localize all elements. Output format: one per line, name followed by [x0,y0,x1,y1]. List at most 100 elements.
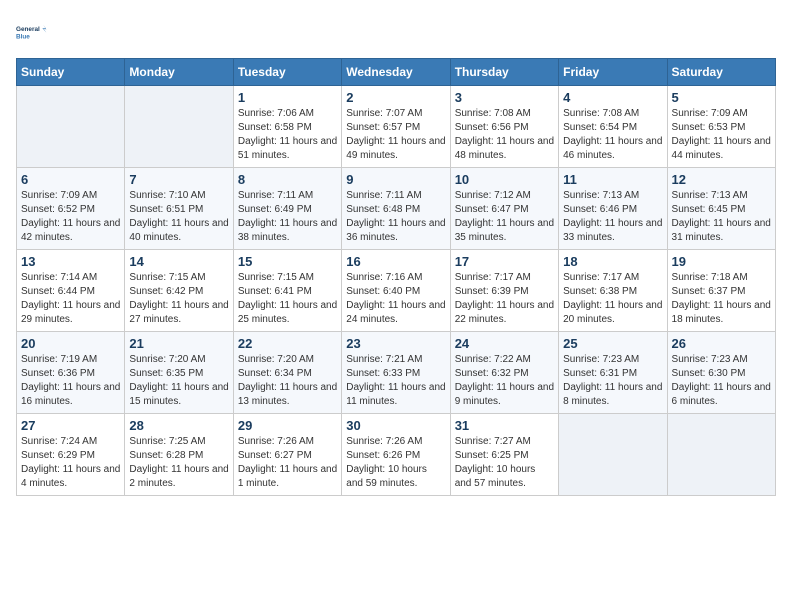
day-number: 1 [238,90,337,105]
calendar-cell: 23Sunrise: 7:21 AM Sunset: 6:33 PM Dayli… [342,332,450,414]
day-info: Sunrise: 7:15 AM Sunset: 6:41 PM Dayligh… [238,271,337,327]
day-info: Sunrise: 7:09 AM Sunset: 6:52 PM Dayligh… [21,189,120,245]
calendar-cell: 28 Sunrise: 7:25 AM Sunset: 6:28 PM Dayli… [125,414,233,496]
logo-icon: GeneralBlue [16,16,48,48]
day-info: Sunrise: 7:26 AM Sunset: 6:27 PM Dayligh… [238,435,337,491]
day-number: 11 [563,172,662,187]
calendar-cell [559,414,667,496]
day-info: Sunrise: 7:12 AM Sunset: 6:47 PM Dayligh… [455,189,554,245]
day-number: 24 [455,336,554,351]
day-info: Sunrise: 7:16 AM Sunset: 6:40 PM Dayligh… [346,271,445,327]
day-number: 23 [346,336,445,351]
calendar-cell: 1 Sunrise: 7:06 AM Sunset: 6:58 PM Daylig… [233,86,341,168]
day-number: 13 [21,254,120,269]
day-number: 6 [21,172,120,187]
day-info: Sunrise: 7:15 AM Sunset: 6:42 PM Dayligh… [129,271,228,327]
calendar-cell: 4 Sunrise: 7:08 AM Sunset: 6:54 PM Daylig… [559,86,667,168]
day-number: 30 [346,418,445,433]
calendar-cell: 8Sunrise: 7:11 AM Sunset: 6:49 PM Daylig… [233,168,341,250]
day-number: 7 [129,172,228,187]
svg-text:Blue: Blue [16,33,30,40]
calendar-cell: 9Sunrise: 7:11 AM Sunset: 6:48 PM Daylig… [342,168,450,250]
day-info: Sunrise: 7:07 AM Sunset: 6:57 PM Dayligh… [346,107,445,163]
calendar-cell: 10 Sunrise: 7:12 AM Sunset: 6:47 PM Dayli… [450,168,558,250]
calendar-cell: 22 Sunrise: 7:20 AM Sunset: 6:34 PM Dayli… [233,332,341,414]
weekday-monday: Monday [125,59,233,86]
calendar-cell: 15 Sunrise: 7:15 AM Sunset: 6:41 PM Dayli… [233,250,341,332]
day-number: 27 [21,418,120,433]
calendar-cell: 17 Sunrise: 7:17 AM Sunset: 6:39 PM Dayli… [450,250,558,332]
calendar-table: SundayMondayTuesdayWednesdayThursdayFrid… [16,58,776,496]
day-info: Sunrise: 7:26 AM Sunset: 6:26 PM Dayligh… [346,435,445,491]
day-info: Sunrise: 7:27 AM Sunset: 6:25 PM Dayligh… [455,435,554,491]
weekday-saturday: Saturday [667,59,775,86]
calendar-cell: 16Sunrise: 7:16 AM Sunset: 6:40 PM Dayli… [342,250,450,332]
weekday-tuesday: Tuesday [233,59,341,86]
day-number: 20 [21,336,120,351]
calendar-cell: 13 Sunrise: 7:14 AM Sunset: 6:44 PM Dayli… [17,250,125,332]
day-number: 10 [455,172,554,187]
day-number: 28 [129,418,228,433]
calendar-cell: 19 Sunrise: 7:18 AM Sunset: 6:37 PM Dayli… [667,250,775,332]
day-info: Sunrise: 7:09 AM Sunset: 6:53 PM Dayligh… [672,107,771,163]
day-number: 29 [238,418,337,433]
weekday-friday: Friday [559,59,667,86]
page-header: GeneralBlue [16,16,776,48]
day-info: Sunrise: 7:14 AM Sunset: 6:44 PM Dayligh… [21,271,120,327]
day-number: 31 [455,418,554,433]
day-number: 4 [563,90,662,105]
calendar-cell [667,414,775,496]
day-number: 2 [346,90,445,105]
day-number: 5 [672,90,771,105]
weekday-thursday: Thursday [450,59,558,86]
calendar-cell: 31 Sunrise: 7:27 AM Sunset: 6:25 PM Dayli… [450,414,558,496]
day-info: Sunrise: 7:13 AM Sunset: 6:46 PM Dayligh… [563,189,662,245]
calendar-body: 1 Sunrise: 7:06 AM Sunset: 6:58 PM Daylig… [17,86,776,496]
calendar-cell: 21Sunrise: 7:20 AM Sunset: 6:35 PM Dayli… [125,332,233,414]
calendar-cell: 12Sunrise: 7:13 AM Sunset: 6:45 PM Dayli… [667,168,775,250]
weekday-header-row: SundayMondayTuesdayWednesdayThursdayFrid… [17,59,776,86]
calendar-cell: 5 Sunrise: 7:09 AM Sunset: 6:53 PM Daylig… [667,86,775,168]
week-row-5: 27 Sunrise: 7:24 AM Sunset: 6:29 PM Dayli… [17,414,776,496]
day-number: 25 [563,336,662,351]
day-info: Sunrise: 7:25 AM Sunset: 6:28 PM Dayligh… [129,435,228,491]
calendar-cell: 18Sunrise: 7:17 AM Sunset: 6:38 PM Dayli… [559,250,667,332]
day-info: Sunrise: 7:08 AM Sunset: 6:54 PM Dayligh… [563,107,662,163]
day-info: Sunrise: 7:13 AM Sunset: 6:45 PM Dayligh… [672,189,771,245]
day-number: 22 [238,336,337,351]
calendar-cell [17,86,125,168]
day-info: Sunrise: 7:23 AM Sunset: 6:30 PM Dayligh… [672,353,771,409]
calendar-cell: 27 Sunrise: 7:24 AM Sunset: 6:29 PM Dayli… [17,414,125,496]
day-number: 15 [238,254,337,269]
calendar-cell: 30 Sunrise: 7:26 AM Sunset: 6:26 PM Dayli… [342,414,450,496]
day-info: Sunrise: 7:18 AM Sunset: 6:37 PM Dayligh… [672,271,771,327]
calendar-cell: 11 Sunrise: 7:13 AM Sunset: 6:46 PM Dayli… [559,168,667,250]
weekday-sunday: Sunday [17,59,125,86]
day-info: Sunrise: 7:17 AM Sunset: 6:38 PM Dayligh… [563,271,662,327]
day-info: Sunrise: 7:06 AM Sunset: 6:58 PM Dayligh… [238,107,337,163]
week-row-4: 20 Sunrise: 7:19 AM Sunset: 6:36 PM Dayli… [17,332,776,414]
day-info: Sunrise: 7:11 AM Sunset: 6:49 PM Dayligh… [238,189,337,245]
calendar-cell: 6 Sunrise: 7:09 AM Sunset: 6:52 PM Daylig… [17,168,125,250]
logo: GeneralBlue [16,16,48,48]
week-row-2: 6 Sunrise: 7:09 AM Sunset: 6:52 PM Daylig… [17,168,776,250]
day-info: Sunrise: 7:17 AM Sunset: 6:39 PM Dayligh… [455,271,554,327]
calendar-cell: 25Sunrise: 7:23 AM Sunset: 6:31 PM Dayli… [559,332,667,414]
calendar-cell: 29 Sunrise: 7:26 AM Sunset: 6:27 PM Dayli… [233,414,341,496]
calendar-cell [125,86,233,168]
day-number: 3 [455,90,554,105]
calendar-cell: 2 Sunrise: 7:07 AM Sunset: 6:57 PM Daylig… [342,86,450,168]
calendar-cell: 26 Sunrise: 7:23 AM Sunset: 6:30 PM Dayli… [667,332,775,414]
day-number: 19 [672,254,771,269]
calendar-cell: 3Sunrise: 7:08 AM Sunset: 6:56 PM Daylig… [450,86,558,168]
day-info: Sunrise: 7:20 AM Sunset: 6:34 PM Dayligh… [238,353,337,409]
day-info: Sunrise: 7:24 AM Sunset: 6:29 PM Dayligh… [21,435,120,491]
day-number: 26 [672,336,771,351]
day-info: Sunrise: 7:19 AM Sunset: 6:36 PM Dayligh… [21,353,120,409]
day-number: 17 [455,254,554,269]
week-row-1: 1 Sunrise: 7:06 AM Sunset: 6:58 PM Daylig… [17,86,776,168]
day-info: Sunrise: 7:22 AM Sunset: 6:32 PM Dayligh… [455,353,554,409]
day-info: Sunrise: 7:10 AM Sunset: 6:51 PM Dayligh… [129,189,228,245]
calendar-cell: 7 Sunrise: 7:10 AM Sunset: 6:51 PM Daylig… [125,168,233,250]
day-number: 21 [129,336,228,351]
